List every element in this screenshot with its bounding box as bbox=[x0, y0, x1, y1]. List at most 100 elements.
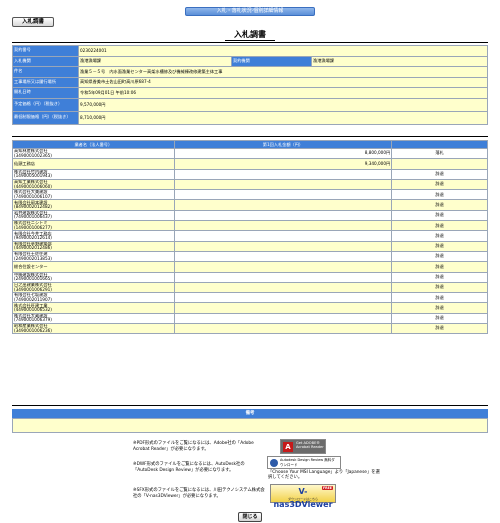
bidder-name-cell: 株式会社竹内建設 (1490005001943) bbox=[12, 168, 175, 180]
bid-results-table: 業者名（法人番号） 第1回入札金額（円） 高知林産株式会社 (349000100… bbox=[12, 140, 488, 335]
bid-row: 株式会社旺建工業 (4490001006532) 辞退 bbox=[12, 302, 488, 314]
bid-row: 株式会社ニシトミ (1490001006277) 辞退 bbox=[12, 220, 488, 232]
bid-amount-cell bbox=[173, 312, 393, 325]
subject-label: 件名 bbox=[12, 66, 79, 78]
bid-result-cell: 辞退 bbox=[391, 271, 488, 283]
bid-result-cell: 辞退 bbox=[391, 292, 488, 304]
contract-agency-value: 漁港漁場課 bbox=[311, 55, 488, 67]
bid-row: 株式会社竹内建設 (1490005001943) 辞退 bbox=[12, 168, 488, 180]
bidder-name-cell: 仙頭工務店 bbox=[12, 158, 175, 170]
title-divider bbox=[12, 42, 488, 43]
bid-row: 仙頭工務店 9,340,000円 bbox=[12, 158, 488, 170]
bid-result-cell: 辞退 bbox=[391, 168, 488, 180]
section-divider bbox=[12, 136, 488, 137]
contract-number-value: 0230224001 bbox=[78, 45, 488, 57]
contract-number-label: 契約番号 bbox=[12, 45, 79, 57]
bidder-name-cell: 株式会社旺建工業 (4490001006532) bbox=[12, 302, 175, 314]
bid-row: 総合住設センター 辞退 bbox=[12, 261, 488, 273]
pdf-viewer-note: ※PDF形式のファイルをご覧になるには、Adobe社の「Adobe Acroba… bbox=[133, 441, 254, 452]
bid-amount-cell bbox=[173, 302, 393, 314]
minimum-price-value: 8,710,000円 bbox=[78, 110, 488, 125]
bid-amount-cell bbox=[173, 199, 393, 211]
autodesk-design-review-download-link[interactable]: Autodesk Design Review 無料ダウンロード bbox=[267, 456, 341, 469]
bid-amount-cell: 8,800,000円 bbox=[173, 147, 393, 160]
bidder-name-cell: 有限会社草野建築部 (4490002012486) bbox=[12, 240, 175, 252]
remarks-divider bbox=[12, 405, 488, 406]
bid-amount-cell bbox=[173, 178, 393, 191]
opening-date-value: 令和5年09月01日 午前10:06 bbox=[78, 87, 488, 99]
contract-agency-label: 契約機関 bbox=[231, 55, 312, 67]
bidder-name-cell: 株式会社ニシトミ (1490001006277) bbox=[12, 220, 175, 232]
bid-amount-cell bbox=[173, 281, 393, 294]
bid-result-cell: 落札 bbox=[391, 147, 488, 160]
sfx-viewer-note: ※SFX形式のファイルをご覧になるには、川田テクノシステム株式会社の「V-nas… bbox=[133, 488, 265, 499]
minimum-price-label: 最低制限価格（円）（税抜き） bbox=[12, 110, 79, 125]
bidder-name-header: 業者名（法人番号） bbox=[12, 140, 175, 149]
bid-amount-cell bbox=[173, 230, 393, 242]
remarks-body bbox=[12, 418, 488, 433]
bid-row: 有限会社今井工務店 (9490002012614) 辞退 bbox=[12, 230, 488, 242]
close-button[interactable]: 閉じる bbox=[238, 512, 262, 522]
bid-amount-cell bbox=[173, 189, 393, 201]
bidder-name-cell: 有限会社岡本建設 (8490002012482) bbox=[12, 199, 175, 211]
bid-agency-label: 入札機関 bbox=[12, 55, 79, 67]
bid-row: 高知林産株式会社 (3490001002365) 8,800,000円 落札 bbox=[12, 147, 488, 160]
bid-row: 高知工業株式会社 (4490001006060) 辞退 bbox=[12, 178, 488, 191]
bid-result-cell: 辞退 bbox=[391, 220, 488, 232]
bidder-name-cell: 高知林産株式会社 (3490001002365) bbox=[12, 147, 175, 160]
bid-row: 株式会社大美建設 (7490001006107) 辞退 bbox=[12, 189, 488, 201]
bid-result-cell: 辞退 bbox=[391, 261, 488, 273]
bid-row: 有限会社土佐住建 (2490002013853) 辞退 bbox=[12, 250, 488, 263]
bid-amount-cell bbox=[173, 323, 393, 335]
top-banner: 入札・落札状況-個別詳細情報 bbox=[185, 7, 315, 16]
bid-record-tab[interactable]: 入札調書 bbox=[12, 17, 54, 27]
location-value: 高知県香美市土佐山田町高川原687-4 bbox=[78, 76, 488, 88]
bid-result-cell: 辞退 bbox=[391, 178, 488, 191]
bid-result-cell: 辞退 bbox=[391, 199, 488, 211]
bid-amount-cell bbox=[173, 261, 393, 273]
adobe-logo-text: Get ADOBE® Acrobat Reader bbox=[296, 441, 324, 450]
location-label: 工事場所又は履行場所 bbox=[12, 76, 79, 88]
bidder-name-cell: 株式会社大美建設 (7490001006107) bbox=[12, 189, 175, 201]
bid-result-cell: 辞退 bbox=[391, 323, 488, 335]
bidder-name-cell: 有限会社七坂建設 (7490002011907) bbox=[12, 292, 175, 304]
page-title: 入札調書 bbox=[225, 29, 275, 41]
bid-result-cell: 辞退 bbox=[391, 302, 488, 314]
bidder-name-cell: 総合住設センター bbox=[12, 261, 175, 273]
bidder-name-cell: 有限会社今井工務店 (9490002012614) bbox=[12, 230, 175, 242]
subject-value: 漁業５－５号 内水面漁業センター高架水槽修及び機械棟改修建築主体工事 bbox=[78, 66, 488, 78]
bid-result-cell: 辞退 bbox=[391, 209, 488, 222]
bid-amount-cell bbox=[173, 209, 393, 222]
bidder-name-cell: 昭和産業株式会社 (3490001006236) bbox=[12, 323, 175, 335]
bid-row: 有限会社草野建築部 (4490002012486) 辞退 bbox=[12, 240, 488, 252]
bid-result-cell: 辞退 bbox=[391, 189, 488, 201]
bid-result-cell bbox=[391, 158, 488, 170]
bidder-name-cell: 中勝建設株式会社 (2490001001665) bbox=[12, 271, 175, 283]
bid-result-cell: 辞退 bbox=[391, 281, 488, 294]
bid-amount-cell bbox=[173, 168, 393, 180]
contract-info-table: 契約番号 0230224001 入札機関 漁港漁場課 契約機関 漁港漁場課 件名… bbox=[12, 45, 488, 125]
bid-row: 昭和産業株式会社 (3490001006236) 辞退 bbox=[12, 323, 488, 335]
bid-amount-cell bbox=[173, 271, 393, 283]
bid-row: 中勝建設株式会社 (2490001001665) 辞退 bbox=[12, 271, 488, 283]
bid-result-cell: 辞退 bbox=[391, 312, 488, 325]
bid-result-cell: 辞退 bbox=[391, 240, 488, 252]
vnas-download-caption: ダウンロードはこちら bbox=[287, 497, 318, 501]
bid-amount-cell bbox=[173, 240, 393, 252]
bidder-name-cell: 株式会社大蔵建設 (7490001006379) bbox=[12, 312, 175, 325]
autodesk-icon bbox=[270, 459, 278, 467]
bid-result-cell: 辞退 bbox=[391, 250, 488, 263]
dwf-language-note: 「Choose Your MSI Language」より「Japanese」を選… bbox=[268, 470, 380, 480]
free-badge: FREE bbox=[322, 486, 333, 490]
bid-row: 有限会社七坂建設 (7490002011907) 辞退 bbox=[12, 292, 488, 304]
result-header bbox=[391, 140, 488, 149]
bid-row: 日之出建業株式会社 (3490001006291) 辞退 bbox=[12, 281, 488, 294]
planned-price-value: 9,570,000円 bbox=[78, 97, 488, 112]
dwf-viewer-note: ※DWF形式のファイルをご覧になるには、AutoDesk社の「AutoDesk … bbox=[133, 462, 245, 473]
adobe-reader-download-link[interactable]: A Get ADOBE® Acrobat Reader bbox=[280, 439, 326, 454]
bid-amount-cell bbox=[173, 220, 393, 232]
bidder-name-cell: 日之出建業株式会社 (3490001006291) bbox=[12, 281, 175, 294]
bid-result-cell: 辞退 bbox=[391, 230, 488, 242]
vnas3dviewer-download-link[interactable]: V-nas3DViewer FREE ダウンロードはこちら bbox=[270, 484, 336, 509]
bid-row: 有限会社岡本建設 (8490002012482) 辞退 bbox=[12, 199, 488, 211]
